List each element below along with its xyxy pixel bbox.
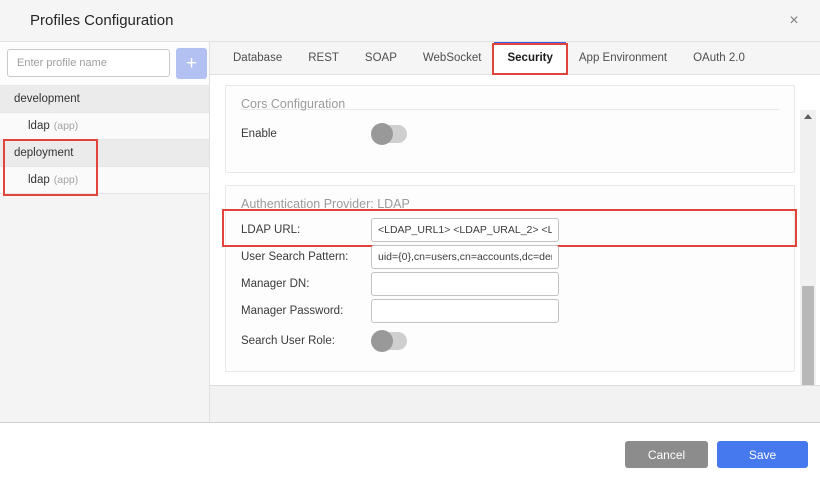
search-user-role-toggle[interactable] [371, 331, 409, 351]
user-search-pattern-row: User Search Pattern: [241, 244, 779, 270]
cors-configuration-card: Cors Configuration Enable [225, 85, 795, 173]
profile-name-input[interactable] [7, 49, 170, 77]
user-search-pattern-input[interactable] [371, 245, 559, 269]
profile-item-deployment[interactable]: deployment [0, 140, 209, 167]
cors-enable-toggle[interactable] [371, 124, 409, 144]
save-button[interactable]: Save [717, 441, 808, 468]
search-user-role-row: Search User Role: [241, 331, 779, 351]
tab-database[interactable]: Database [220, 42, 295, 75]
ldap-url-input[interactable] [371, 218, 559, 242]
tab-app-environment[interactable]: App Environment [566, 42, 680, 75]
security-tab-content: Cors Configuration Enable Authentication… [210, 75, 820, 385]
profile-item-development[interactable]: development [0, 86, 209, 113]
dialog-header: Profiles Configuration × [0, 0, 820, 42]
cors-enable-label: Enable [241, 128, 371, 140]
manager-password-input[interactable] [371, 299, 559, 323]
auth-fields: LDAP URL: User Search Pattern: Manager D… [241, 217, 779, 351]
user-search-pattern-label: User Search Pattern: [241, 251, 371, 263]
profile-list: development ldap(app) deployment ldap(ap… [0, 86, 209, 194]
tab-rest[interactable]: REST [295, 42, 352, 75]
manager-dn-label: Manager DN: [241, 278, 371, 290]
tab-oauth[interactable]: OAuth 2.0 [680, 42, 758, 75]
tab-security[interactable]: Security [494, 42, 565, 76]
panel-footer-strip [210, 385, 820, 422]
cancel-button[interactable]: Cancel [625, 441, 708, 468]
dialog-title: Profiles Configuration [30, 0, 173, 42]
main-panel: Database REST SOAP WebSocket Security Ap… [210, 42, 820, 422]
cors-section-title: Cors Configuration [241, 86, 779, 109]
profile-item-ldap-app-2[interactable]: ldap(app) [0, 167, 209, 194]
close-icon[interactable]: × [780, 0, 808, 42]
vertical-scrollbar[interactable] [800, 110, 816, 418]
ldap-url-row: LDAP URL: [241, 217, 779, 243]
manager-password-label: Manager Password: [241, 305, 371, 317]
tab-soap[interactable]: SOAP [352, 42, 410, 75]
toggle-knob [371, 123, 393, 145]
profile-item-ldap-app-1[interactable]: ldap(app) [0, 113, 209, 140]
authentication-provider-card: Authentication Provider: LDAP LDAP URL: … [225, 185, 795, 372]
toggle-knob [371, 330, 393, 352]
manager-password-row: Manager Password: [241, 298, 779, 324]
scroll-up-icon[interactable] [800, 110, 816, 122]
search-user-role-label: Search User Role: [241, 335, 371, 347]
profiles-configuration-dialog: Profiles Configuration × + development l… [0, 0, 820, 480]
cors-enable-row: Enable [241, 124, 779, 144]
manager-dn-row: Manager DN: [241, 271, 779, 297]
manager-dn-input[interactable] [371, 272, 559, 296]
profiles-sidebar: + development ldap(app) deployment ldap(… [0, 42, 210, 422]
auth-section-title: Authentication Provider: LDAP [241, 186, 779, 209]
ldap-url-label: LDAP URL: [241, 224, 371, 236]
tab-bar: Database REST SOAP WebSocket Security Ap… [210, 42, 820, 75]
add-profile-button[interactable]: + [176, 48, 207, 79]
tab-websocket[interactable]: WebSocket [410, 42, 495, 75]
dialog-footer: Cancel Save [0, 422, 820, 480]
